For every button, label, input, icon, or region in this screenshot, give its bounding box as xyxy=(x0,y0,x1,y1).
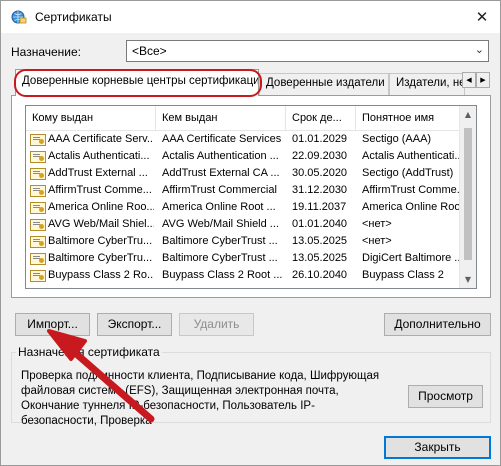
list-rows: AAA Certificate Serv... AAA Certificate … xyxy=(26,132,461,285)
table-row[interactable]: AddTrust External ... AddTrust External … xyxy=(26,166,461,183)
tab-scroll-left-icon[interactable]: ◀ xyxy=(462,72,476,88)
cell-expiration: 01.01.2029 xyxy=(292,133,348,145)
column-header-issued-to[interactable]: Кому выдан xyxy=(26,106,156,131)
cell-expiration: 01.01.2040 xyxy=(292,218,348,230)
list-vertical-scrollbar[interactable]: ▲ ▼ xyxy=(459,106,476,288)
certificate-purposes-title: Назначения сертификата xyxy=(16,345,162,359)
certificate-icon xyxy=(30,151,46,163)
certificate-icon xyxy=(30,270,46,282)
tab-trusted-publishers[interactable]: Доверенные издатели xyxy=(259,73,389,95)
scrollbar-thumb[interactable] xyxy=(464,128,472,260)
table-row[interactable]: AffirmTrust Comme... AffirmTrust Commerc… xyxy=(26,183,461,200)
purpose-label: Назначение: xyxy=(11,45,82,59)
cell-issued-by: AddTrust External CA ... xyxy=(162,167,280,179)
certificate-icon xyxy=(30,253,46,265)
cell-issued-to: Buypass Class 2 Ro... xyxy=(48,269,154,281)
certificate-purposes-text: Проверка подлинности клиента, Подписыван… xyxy=(21,370,380,427)
certificate-icon xyxy=(30,134,46,146)
cell-issued-to: AffirmTrust Comme... xyxy=(48,184,152,196)
cell-issued-by: America Online Root ... xyxy=(162,201,276,213)
remove-button[interactable]: Удалить xyxy=(179,313,254,336)
cell-expiration: 31.12.2030 xyxy=(292,184,348,196)
cell-friendly-name: <нет> xyxy=(362,218,392,230)
tab-untrusted-publishers[interactable]: Издатели, не xyxy=(389,73,465,95)
certificate-icon xyxy=(30,202,46,214)
column-header-issued-by[interactable]: Кем выдан xyxy=(156,106,286,131)
table-row[interactable]: America Online Roo... America Online Roo… xyxy=(26,200,461,217)
advanced-button[interactable]: Дополнительно xyxy=(384,313,491,336)
cell-friendly-name: AffirmTrust Comme... xyxy=(362,184,460,196)
table-row[interactable]: Actalis Authenticati... Actalis Authenti… xyxy=(26,149,461,166)
scroll-down-icon[interactable]: ▼ xyxy=(460,271,476,288)
table-row[interactable]: Buypass Class 2 Ro... Buypass Class 2 Ro… xyxy=(26,268,461,285)
tab-trusted-root-ca[interactable]: Доверенные корневые центры сертификации xyxy=(15,69,259,96)
window-title: Сертификаты xyxy=(35,10,112,24)
tab-scroll-right-icon[interactable]: ▶ xyxy=(476,72,490,88)
cell-issued-by: AAA Certificate Services xyxy=(162,133,282,145)
cell-issued-by: Actalis Authentication ... xyxy=(162,150,279,162)
cell-issued-by: Baltimore CyberTrust ... xyxy=(162,252,278,264)
column-header-expiration[interactable]: Срок де... xyxy=(286,106,356,131)
chevron-down-icon: ⌄ xyxy=(474,43,484,56)
cell-expiration: 30.05.2020 xyxy=(292,167,348,179)
list-header: Кому выдан Кем выдан Срок де... Понятное… xyxy=(26,106,461,131)
cell-issued-by: Baltimore CyberTrust ... xyxy=(162,235,278,247)
cell-friendly-name: Sectigo (AddTrust) xyxy=(362,167,454,179)
table-row[interactable]: AAA Certificate Serv... AAA Certificate … xyxy=(26,132,461,149)
cell-issued-to: AddTrust External ... xyxy=(48,167,148,179)
store-tabs: Доверенные корневые центры сертификации … xyxy=(11,69,491,96)
table-row[interactable]: Baltimore CyberTru... Baltimore CyberTru… xyxy=(26,234,461,251)
cell-friendly-name: Actalis Authenticati... xyxy=(362,150,460,162)
close-button[interactable]: Закрыть xyxy=(384,436,491,459)
certificate-icon xyxy=(30,168,46,180)
table-row[interactable]: AVG Web/Mail Shiel... AVG Web/Mail Shiel… xyxy=(26,217,461,234)
cell-friendly-name: DigiCert Baltimore ... xyxy=(362,252,460,264)
cell-friendly-name: <нет> xyxy=(362,235,392,247)
scroll-up-icon[interactable]: ▲ xyxy=(460,106,476,123)
cell-issued-to: America Online Roo... xyxy=(48,201,154,213)
export-button[interactable]: Экспорт... xyxy=(97,313,172,336)
purpose-dropdown[interactable]: <Все> ⌄ xyxy=(126,40,489,62)
cell-issued-to: Baltimore CyberTru... xyxy=(48,235,153,247)
certificates-dialog: Сертификаты ✕ Назначение: <Все> ⌄ Довере… xyxy=(0,0,501,466)
cell-expiration: 22.09.2030 xyxy=(292,150,348,162)
purpose-dropdown-value: <Все> xyxy=(132,44,167,58)
cell-friendly-name: America Online Roo... xyxy=(362,201,460,213)
column-header-friendly-name[interactable]: Понятное имя xyxy=(356,106,461,131)
cell-issued-to: Actalis Authenticati... xyxy=(48,150,150,162)
cell-friendly-name: Sectigo (AAA) xyxy=(362,133,432,145)
certificate-icon xyxy=(30,219,46,231)
cell-issued-by: Buypass Class 2 Root ... xyxy=(162,269,283,281)
cell-expiration: 13.05.2025 xyxy=(292,252,348,264)
certificate-icon xyxy=(30,185,46,197)
certificate-list[interactable]: Кому выдан Кем выдан Срок де... Понятное… xyxy=(25,105,477,289)
certificate-icon xyxy=(30,236,46,248)
view-button[interactable]: Просмотр xyxy=(408,385,483,408)
cell-issued-to: Baltimore CyberTru... xyxy=(48,252,153,264)
cell-expiration: 26.10.2040 xyxy=(292,269,348,281)
cell-issued-by: AVG Web/Mail Shield ... xyxy=(162,218,279,230)
cell-expiration: 13.05.2025 xyxy=(292,235,348,247)
certificate-globe-icon xyxy=(11,10,27,24)
cell-expiration: 19.11.2037 xyxy=(292,201,347,213)
cell-issued-by: AffirmTrust Commercial xyxy=(162,184,277,196)
import-button[interactable]: Импорт... xyxy=(15,313,90,336)
cell-friendly-name: Buypass Class 2 xyxy=(362,269,444,281)
cell-issued-to: AVG Web/Mail Shiel... xyxy=(48,218,154,230)
cell-issued-to: AAA Certificate Serv... xyxy=(48,133,154,145)
title-bar: Сертификаты ✕ xyxy=(1,1,500,33)
close-window-icon[interactable]: ✕ xyxy=(472,7,492,27)
table-row[interactable]: Baltimore CyberTru... Baltimore CyberTru… xyxy=(26,251,461,268)
